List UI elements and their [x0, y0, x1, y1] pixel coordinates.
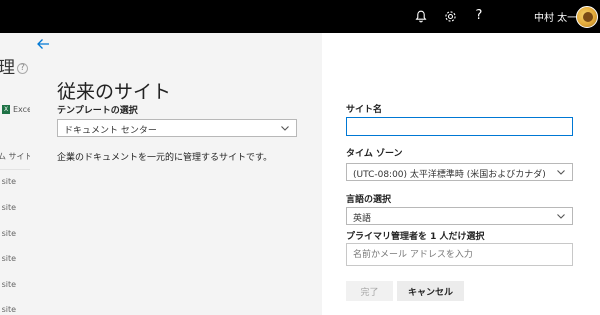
template-description: 企業のドキュメントを一元的に管理するサイトです。: [57, 153, 273, 163]
done-button[interactable]: 完了: [346, 281, 393, 301]
background-row: n site: [0, 203, 17, 212]
panel-left-pane: [30, 33, 322, 315]
site-name-input[interactable]: [346, 117, 573, 136]
template-select-value: ドキュメント センター: [64, 126, 157, 136]
background-column-header: ム サイト: [0, 152, 30, 161]
language-select-value: 英語: [353, 214, 372, 224]
template-label: テンプレートの選択: [57, 106, 138, 116]
background-page: 理? XExce ム サイト n site n site n site n si…: [0, 33, 30, 315]
excel-icon: X: [2, 105, 10, 114]
background-excel-item: X Exce: [2, 105, 30, 114]
back-arrow-icon[interactable]: [36, 36, 52, 52]
background-page-title: 理?: [0, 53, 28, 78]
chevron-down-icon: [556, 167, 566, 177]
site-name-label: サイト名: [346, 105, 383, 115]
time-zone-select-value: (UTC-08:00) 太平洋標準時 (米国およびカナダ): [353, 170, 546, 180]
primary-admin-input[interactable]: [346, 243, 573, 266]
user-name[interactable]: 中村 太一: [534, 9, 577, 24]
cancel-button[interactable]: キャンセル: [397, 281, 464, 301]
background-row: n site: [0, 280, 17, 289]
avatar[interactable]: [576, 6, 598, 28]
primary-admin-label: プライマリ管理者を 1 人だけ選択: [346, 232, 485, 242]
help-icon[interactable]: ?: [472, 9, 486, 23]
chevron-down-icon: [280, 123, 290, 133]
language-label: 言語の選択: [346, 195, 392, 205]
divider: [0, 169, 30, 170]
time-zone-label: タイム ゾーン: [346, 149, 403, 159]
time-zone-select[interactable]: (UTC-08:00) 太平洋標準時 (米国およびカナダ): [346, 163, 573, 181]
chevron-down-icon: [556, 211, 566, 221]
template-select[interactable]: ドキュメント センター: [57, 119, 297, 137]
background-row: n site: [0, 254, 17, 263]
bell-icon[interactable]: [414, 9, 428, 23]
background-row: n site: [0, 177, 17, 186]
background-row: n site: [0, 229, 17, 238]
panel-title: 従来のサイト: [57, 81, 172, 103]
info-icon: ?: [17, 62, 28, 74]
top-navigation-bar: ? 中村 太一: [0, 0, 600, 33]
gear-icon[interactable]: [443, 9, 457, 23]
background-row: n site: [0, 305, 17, 314]
language-select[interactable]: 英語: [346, 207, 573, 225]
